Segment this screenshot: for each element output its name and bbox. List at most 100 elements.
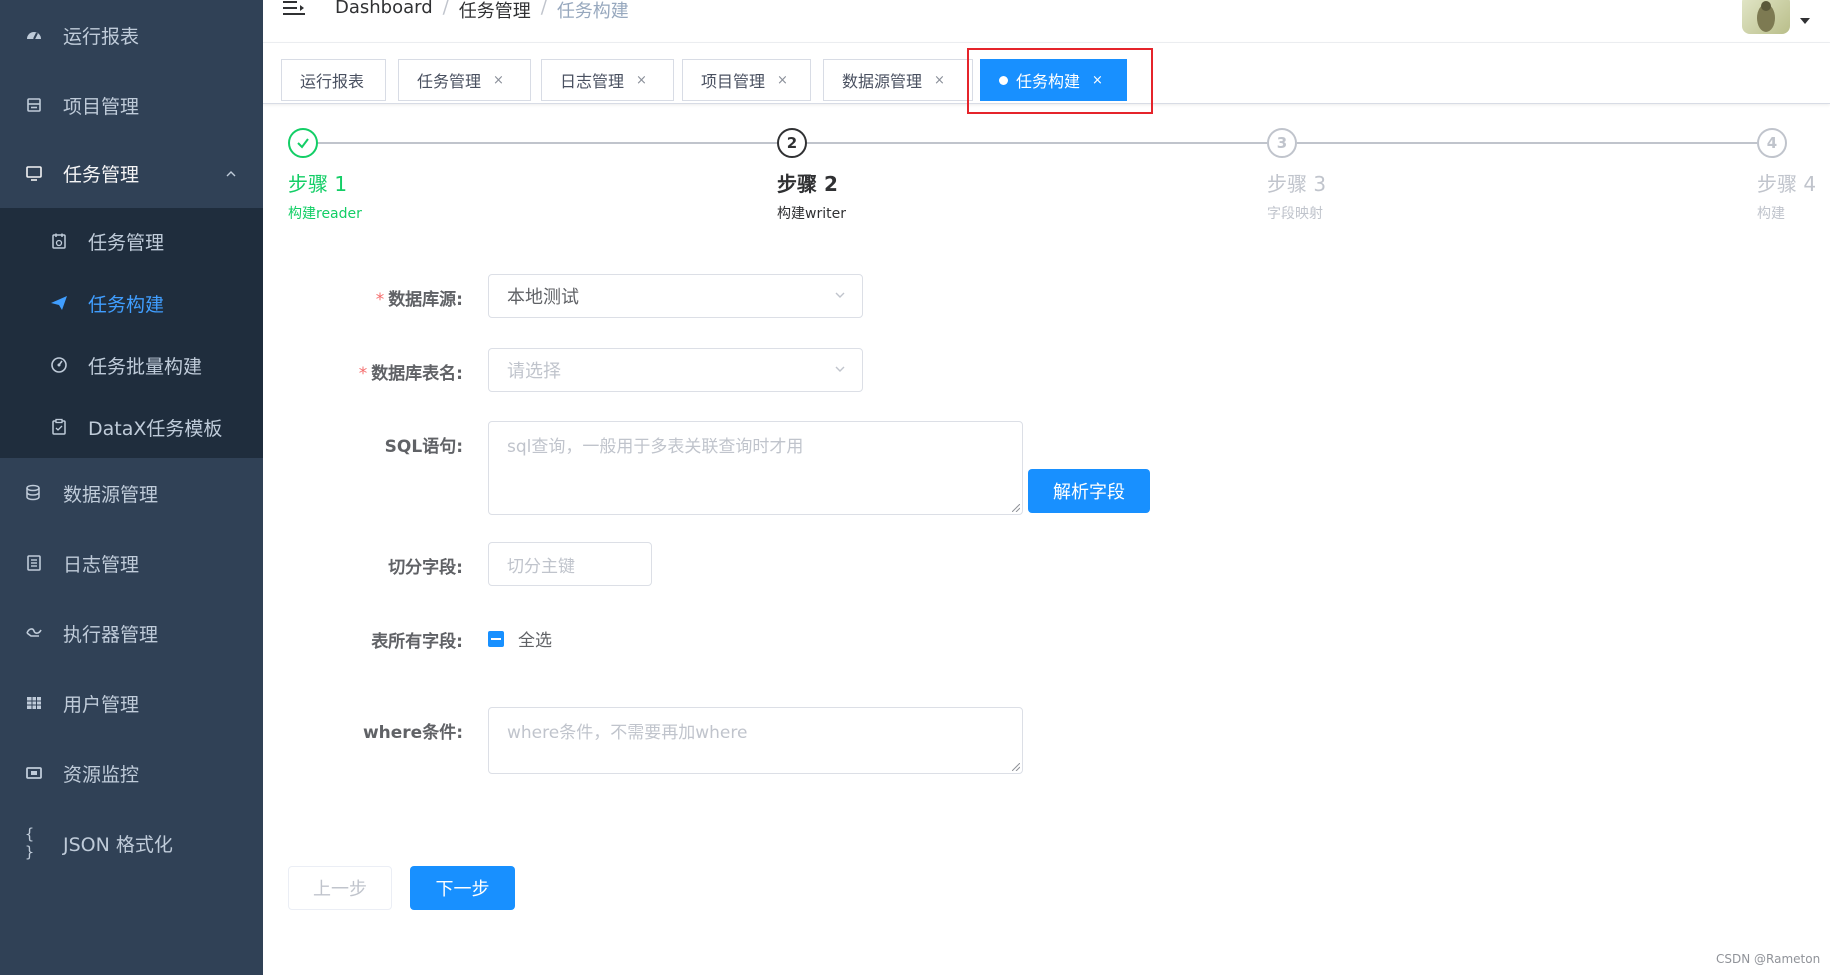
sidebar-item-task-management[interactable]: 任务管理 xyxy=(0,138,263,208)
step-3-description: 字段映射 xyxy=(1267,206,1323,222)
datasource-select-value: 本地测试 xyxy=(507,287,579,308)
parse-fields-button[interactable]: 解析字段 xyxy=(1028,469,1150,513)
clipboard-icon xyxy=(50,418,68,436)
select-all-checkbox-wrap[interactable]: 全选 xyxy=(488,626,552,651)
tag-close-icon[interactable]: × xyxy=(636,73,647,88)
breadcrumb-separator: / xyxy=(442,0,449,18)
document-icon xyxy=(25,554,43,572)
step-2-description: 构建writer xyxy=(777,206,846,222)
tag-label: 任务管理 xyxy=(417,72,482,91)
sidebar-item-json-format[interactable]: { } JSON 格式化 xyxy=(0,808,263,878)
table-name-select[interactable]: 请选择 xyxy=(488,348,863,392)
tag-close-icon[interactable]: × xyxy=(934,73,945,88)
step-connector xyxy=(807,142,1267,144)
sidebar-item-user[interactable]: 用户管理 xyxy=(0,668,263,738)
chevron-down-icon xyxy=(835,292,845,298)
sidebar: 运行报表 项目管理 任务管理 任务管理 任务构建 任务批量构建 DataX任务模… xyxy=(0,0,263,975)
sidebar-item-resource-monitor[interactable]: 资源监控 xyxy=(0,738,263,808)
watermark: CSDN @Rameton xyxy=(1716,952,1821,966)
tag-task-management[interactable]: 任务管理 × xyxy=(398,59,531,101)
database-icon xyxy=(25,484,43,502)
select-all-label: 全选 xyxy=(518,631,552,651)
submenu-item-datax-template[interactable]: DataX任务模板 xyxy=(0,396,263,458)
sidebar-item-label: 运行报表 xyxy=(63,25,140,48)
table-name-placeholder: 请选择 xyxy=(507,361,561,382)
resize-grip-icon[interactable] xyxy=(1012,763,1020,771)
chevron-up-icon xyxy=(226,171,236,177)
required-mark: * xyxy=(358,364,368,384)
code-braces-icon: { } xyxy=(25,825,35,861)
calendar-icon xyxy=(50,232,68,250)
submenu-item-task-build[interactable]: 任务构建 xyxy=(0,272,263,334)
sql-placeholder: sql查询，一般用于多表关联查询时才用 xyxy=(507,437,804,457)
submenu-item-label: 任务批量构建 xyxy=(88,355,203,378)
breadcrumb-item-current: 任务构建 xyxy=(556,1,629,22)
tag-label: 运行报表 xyxy=(300,72,365,91)
submenu-item-label: DataX任务模板 xyxy=(88,417,223,440)
sidebar-item-dashboard[interactable]: 运行报表 xyxy=(0,0,263,70)
gauge-icon xyxy=(50,356,68,374)
step-4-title: 步骤 4 xyxy=(1757,172,1817,196)
sidebar-item-project[interactable]: 项目管理 xyxy=(0,70,263,140)
avatar-image xyxy=(1757,1,1775,32)
breadcrumb-item-dashboard[interactable]: Dashboard xyxy=(335,0,433,23)
sidebar-item-executor[interactable]: 执行器管理 xyxy=(0,598,263,668)
sidebar-item-log[interactable]: 日志管理 xyxy=(0,528,263,598)
sidebar-item-label: 日志管理 xyxy=(63,553,140,576)
tag-label: 日志管理 xyxy=(560,72,625,91)
hamburger-menu-icon[interactable] xyxy=(283,0,305,18)
user-avatar[interactable] xyxy=(1742,0,1790,34)
tag-close-icon[interactable]: × xyxy=(777,73,788,88)
step-1-check-icon xyxy=(288,128,318,158)
sql-textarea[interactable]: sql查询，一般用于多表关联查询时才用 xyxy=(488,421,1023,515)
step-connector xyxy=(317,142,777,144)
tag-dashboard[interactable]: 运行报表 xyxy=(281,59,386,101)
tag-log-management[interactable]: 日志管理 × xyxy=(541,59,674,101)
submenu-item-task-batch-build[interactable]: 任务批量构建 xyxy=(0,334,263,396)
step-1-description: 构建reader xyxy=(288,206,362,222)
where-label: where条件: xyxy=(362,723,463,743)
caret-down-icon[interactable] xyxy=(1800,18,1810,24)
split-field-placeholder: 切分主键 xyxy=(507,556,575,577)
next-step-button[interactable]: 下一步 xyxy=(410,866,515,910)
tag-project-management[interactable]: 项目管理 × xyxy=(682,59,811,101)
where-textarea[interactable]: where条件，不需要再加where xyxy=(488,707,1023,774)
sidebar-item-label: JSON 格式化 xyxy=(63,833,173,856)
split-field-input[interactable]: 切分主键 xyxy=(488,542,652,586)
tag-close-icon[interactable]: × xyxy=(493,73,504,88)
tag-datasource-management[interactable]: 数据源管理 × xyxy=(823,59,973,101)
step-connector xyxy=(1297,142,1757,144)
sql-label: SQL语句: xyxy=(384,437,463,457)
tag-label: 数据源管理 xyxy=(842,72,923,91)
breadcrumb: Dashboard / 任务管理 / 任务构建 xyxy=(335,0,629,23)
datasource-select[interactable]: 本地测试 xyxy=(488,274,863,318)
indeterminate-checkbox[interactable] xyxy=(488,630,504,647)
step-2-title: 步骤 2 xyxy=(777,172,838,196)
step-4-description: 构建 xyxy=(1757,206,1785,222)
sidebar-item-label: 资源监控 xyxy=(63,763,140,786)
table-icon xyxy=(25,694,43,712)
submenu-item-task-management[interactable]: 任务管理 xyxy=(0,210,263,272)
sidebar-item-label: 用户管理 xyxy=(63,693,140,716)
executor-icon xyxy=(25,624,43,642)
sidebar-item-datasource[interactable]: 数据源管理 xyxy=(0,458,263,528)
breadcrumb-separator: / xyxy=(540,0,547,18)
required-mark: * xyxy=(375,290,385,310)
table-name-label-text: 数据库表名: xyxy=(371,364,463,384)
resize-grip-icon[interactable] xyxy=(1012,504,1020,512)
step-1-title: 步骤 1 xyxy=(288,172,348,196)
chevron-down-icon xyxy=(835,366,845,372)
project-icon xyxy=(25,96,43,114)
sidebar-item-label: 数据源管理 xyxy=(63,483,159,506)
breadcrumb-item-task-management[interactable]: 任务管理 xyxy=(459,0,531,23)
table-name-label: * 数据库表名: xyxy=(359,359,463,384)
prev-step-button[interactable]: 上一步 xyxy=(288,866,392,910)
monitor-icon xyxy=(25,164,43,182)
annotation-highlight-box xyxy=(967,48,1153,114)
step-3-title: 步骤 3 xyxy=(1267,172,1327,196)
tag-label: 项目管理 xyxy=(701,72,766,91)
sidebar-item-label: 任务管理 xyxy=(63,163,140,186)
sidebar-item-label: 项目管理 xyxy=(63,95,140,118)
step-4-number: 4 xyxy=(1757,128,1787,158)
all-fields-label: 表所有字段: xyxy=(371,632,463,652)
